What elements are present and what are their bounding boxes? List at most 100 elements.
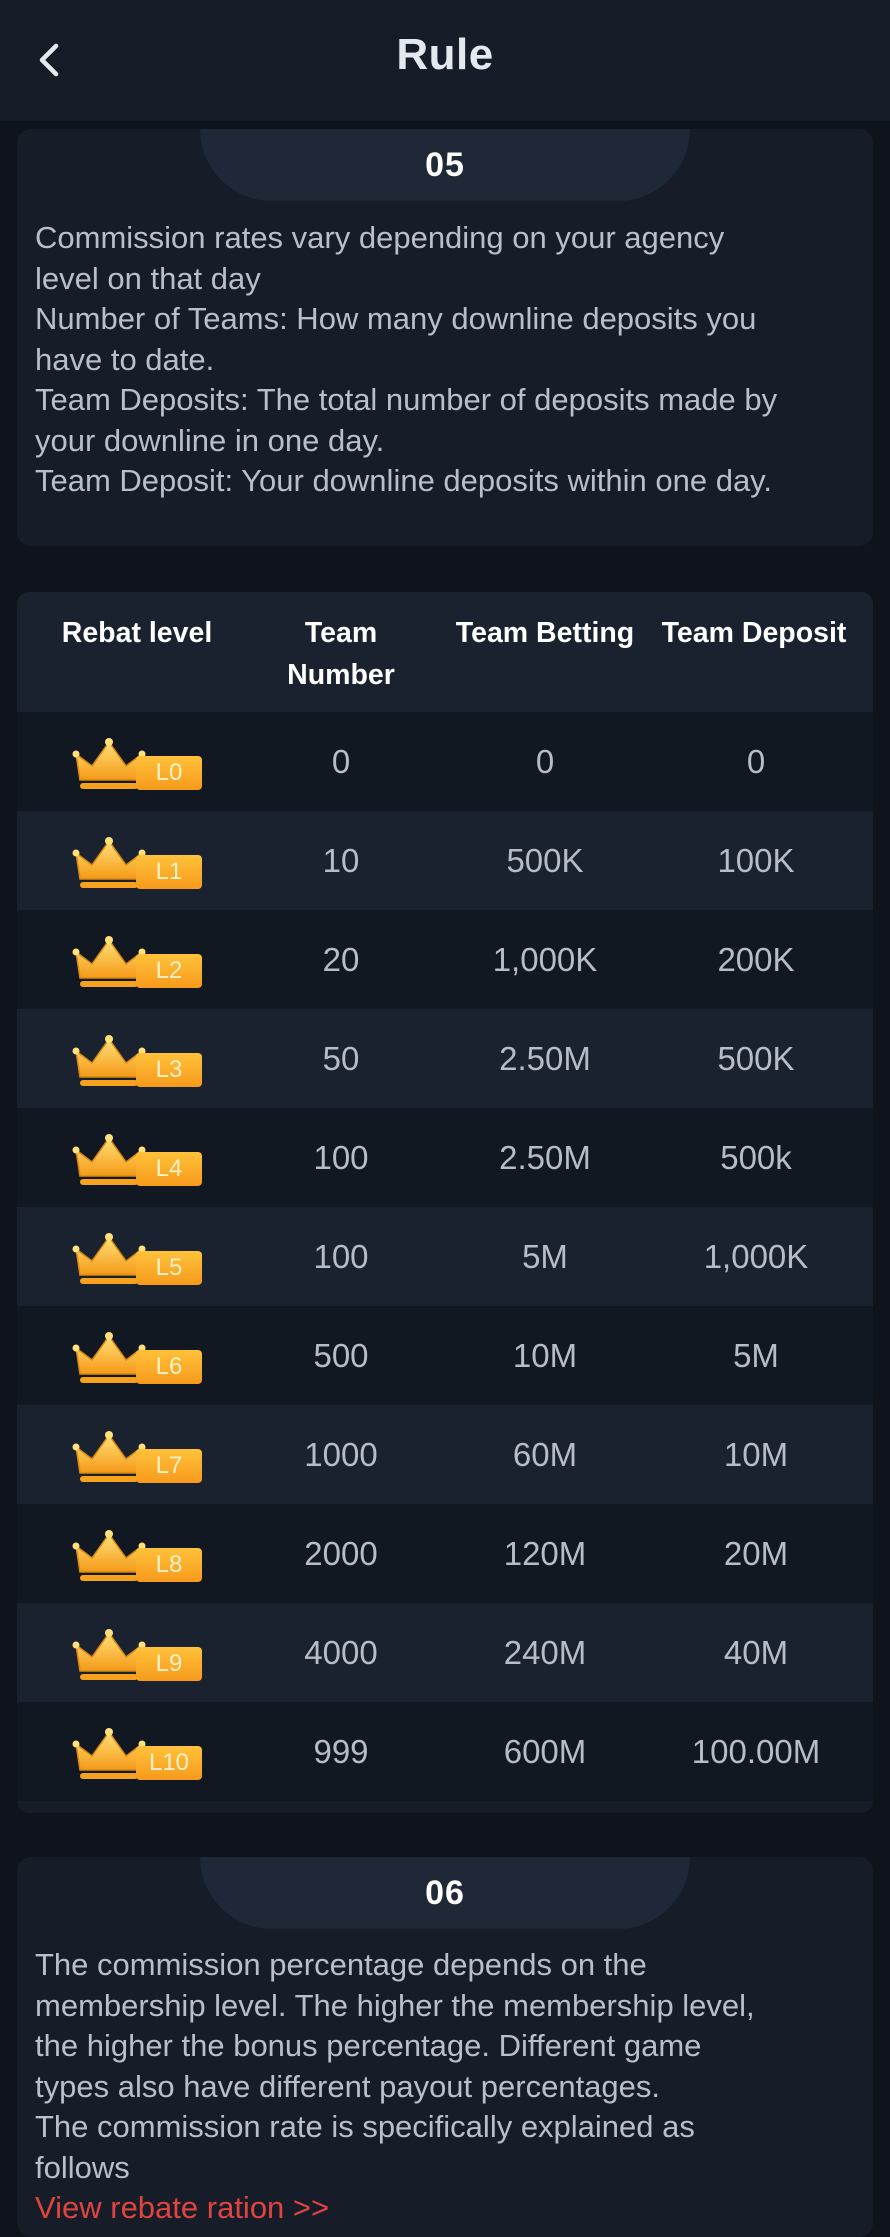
table-row: L1 10 500K 100K — [17, 811, 873, 910]
team-number-cell: 50 — [322, 1039, 360, 1077]
team-number-cell: 10 — [322, 841, 360, 879]
level-label: L2 — [136, 954, 202, 988]
team-betting-cell: 240M — [503, 1633, 587, 1671]
text-line: the higher the bonus percentage. Differe… — [35, 2028, 702, 2063]
table-row: L4 100 2.50M 500k — [17, 1108, 873, 1207]
table-row: L8 2000 120M 20M — [17, 1504, 873, 1603]
table-row: L9 4000 240M 40M — [17, 1603, 873, 1702]
crown-icon — [72, 837, 146, 888]
table-row: L10 999 600M 100.00M — [17, 1702, 873, 1801]
crown-icon — [72, 1728, 146, 1779]
team-deposit-cell: 500k — [720, 1138, 792, 1176]
team-number-cell: 2000 — [304, 1534, 378, 1572]
crown-icon — [72, 1233, 146, 1284]
level-label: L6 — [136, 1350, 202, 1384]
table-row: L2 20 1,000K 200K — [17, 910, 873, 1009]
view-rebate-ratio-link[interactable]: View rebate ration >> — [35, 2188, 855, 2229]
level-badge: L2 — [72, 934, 202, 990]
header-team-number-line2: Number — [287, 659, 395, 691]
crown-icon — [72, 1629, 146, 1680]
level-badge: L8 — [72, 1528, 202, 1584]
level-badge: L0 — [72, 736, 202, 792]
team-deposit-cell: 500K — [717, 1039, 795, 1077]
team-number-cell: 999 — [313, 1732, 369, 1770]
team-betting-cell: 500K — [506, 841, 584, 879]
level-label: L3 — [136, 1053, 202, 1087]
level-label: L9 — [136, 1647, 202, 1681]
level-badge: L7 — [72, 1429, 202, 1485]
text-line: level on that day — [35, 260, 261, 296]
text-line: have to date. — [35, 341, 215, 377]
team-deposit-cell: 40M — [723, 1633, 789, 1671]
level-badge: L3 — [72, 1033, 202, 1089]
header-team-number-line1: Team — [304, 617, 378, 649]
level-label: L7 — [136, 1449, 202, 1483]
team-deposit-cell: 0 — [746, 742, 766, 780]
team-deposit-cell: 200K — [717, 940, 795, 978]
table-row: L3 50 2.50M 500K — [17, 1009, 873, 1108]
level-badge: L9 — [72, 1627, 202, 1683]
rule-card-05: 05 Commission rates vary depending on yo… — [17, 129, 873, 546]
level-badge: L1 — [72, 835, 202, 891]
crown-icon — [72, 1530, 146, 1581]
header-team-deposit: Team Deposit — [661, 617, 847, 649]
text-line: Commission rates vary depending on your … — [35, 220, 725, 255]
crown-icon — [72, 738, 146, 789]
rule-card-06: 06 The commission percentage depends on … — [17, 1857, 873, 2237]
team-deposit-cell: 5M — [733, 1336, 779, 1374]
crown-icon — [72, 1134, 146, 1185]
team-betting-cell: 10M — [512, 1336, 578, 1374]
section-05-text: Commission rates vary depending on your … — [35, 218, 855, 502]
level-label: L4 — [136, 1152, 202, 1186]
team-deposit-cell: 10M — [723, 1435, 789, 1473]
text-line: Team Deposit: Your downline deposits wit… — [35, 463, 772, 498]
section-number-badge: 06 — [200, 1857, 690, 1929]
header-rebat-level: Rebat level — [61, 617, 213, 649]
team-number-cell: 100 — [313, 1138, 369, 1176]
crown-icon — [72, 1431, 146, 1482]
section-06-text: The commission percentage depends on the… — [35, 1945, 855, 2229]
header-team-number: Team Number — [257, 612, 425, 696]
team-deposit-cell: 20M — [723, 1534, 789, 1572]
team-deposit-cell: 1,000K — [703, 1237, 809, 1275]
team-number-cell: 100 — [313, 1237, 369, 1275]
page-title: Rule — [396, 30, 494, 79]
level-label: L10 — [136, 1746, 202, 1780]
text-line: follows — [35, 2149, 130, 2185]
section-number-badge: 05 — [200, 129, 690, 201]
top-bar: Rule — [0, 0, 890, 122]
team-betting-cell: 5M — [522, 1237, 568, 1275]
team-number-cell: 0 — [331, 742, 351, 780]
crown-icon — [72, 1035, 146, 1086]
level-label: L5 — [136, 1251, 202, 1285]
team-number-cell: 1000 — [304, 1435, 378, 1473]
header-team-betting: Team Betting — [455, 617, 635, 649]
text-line: Number of Teams: How many downline depos… — [35, 301, 757, 336]
text-line: Team Deposits: The total number of depos… — [35, 382, 778, 417]
table-row: L0 0 0 0 — [17, 712, 873, 811]
team-betting-cell: 2.50M — [499, 1039, 591, 1077]
text-line: The commission percentage depends on the — [35, 1947, 647, 1982]
team-deposit-cell: 100K — [717, 841, 795, 879]
team-betting-cell: 1,000K — [492, 940, 598, 978]
team-number-cell: 4000 — [304, 1633, 378, 1671]
level-badge: L5 — [72, 1231, 202, 1287]
level-label: L8 — [136, 1548, 202, 1582]
table-header: Rebat level Team Number Team Betting Tea… — [17, 592, 873, 712]
level-label: L0 — [136, 756, 202, 790]
team-betting-cell: 0 — [535, 742, 555, 780]
crown-icon — [72, 936, 146, 987]
team-number-cell: 20 — [322, 940, 360, 978]
team-betting-cell: 120M — [503, 1534, 587, 1572]
rebate-level-table: Rebat level Team Number Team Betting Tea… — [17, 592, 873, 1813]
table-row: L6 500 10M 5M — [17, 1306, 873, 1405]
text-line: membership level. The higher the members… — [35, 1987, 755, 2023]
table-row: L7 1000 60M 10M — [17, 1405, 873, 1504]
table-row: L5 100 5M 1,000K — [17, 1207, 873, 1306]
level-badge: L6 — [72, 1330, 202, 1386]
crown-icon — [72, 1332, 146, 1383]
text-line: The commission rate is specifically expl… — [35, 2109, 695, 2144]
level-badge: L10 — [72, 1726, 202, 1782]
team-deposit-cell: 100.00M — [691, 1732, 821, 1770]
team-betting-cell: 600M — [503, 1732, 587, 1770]
